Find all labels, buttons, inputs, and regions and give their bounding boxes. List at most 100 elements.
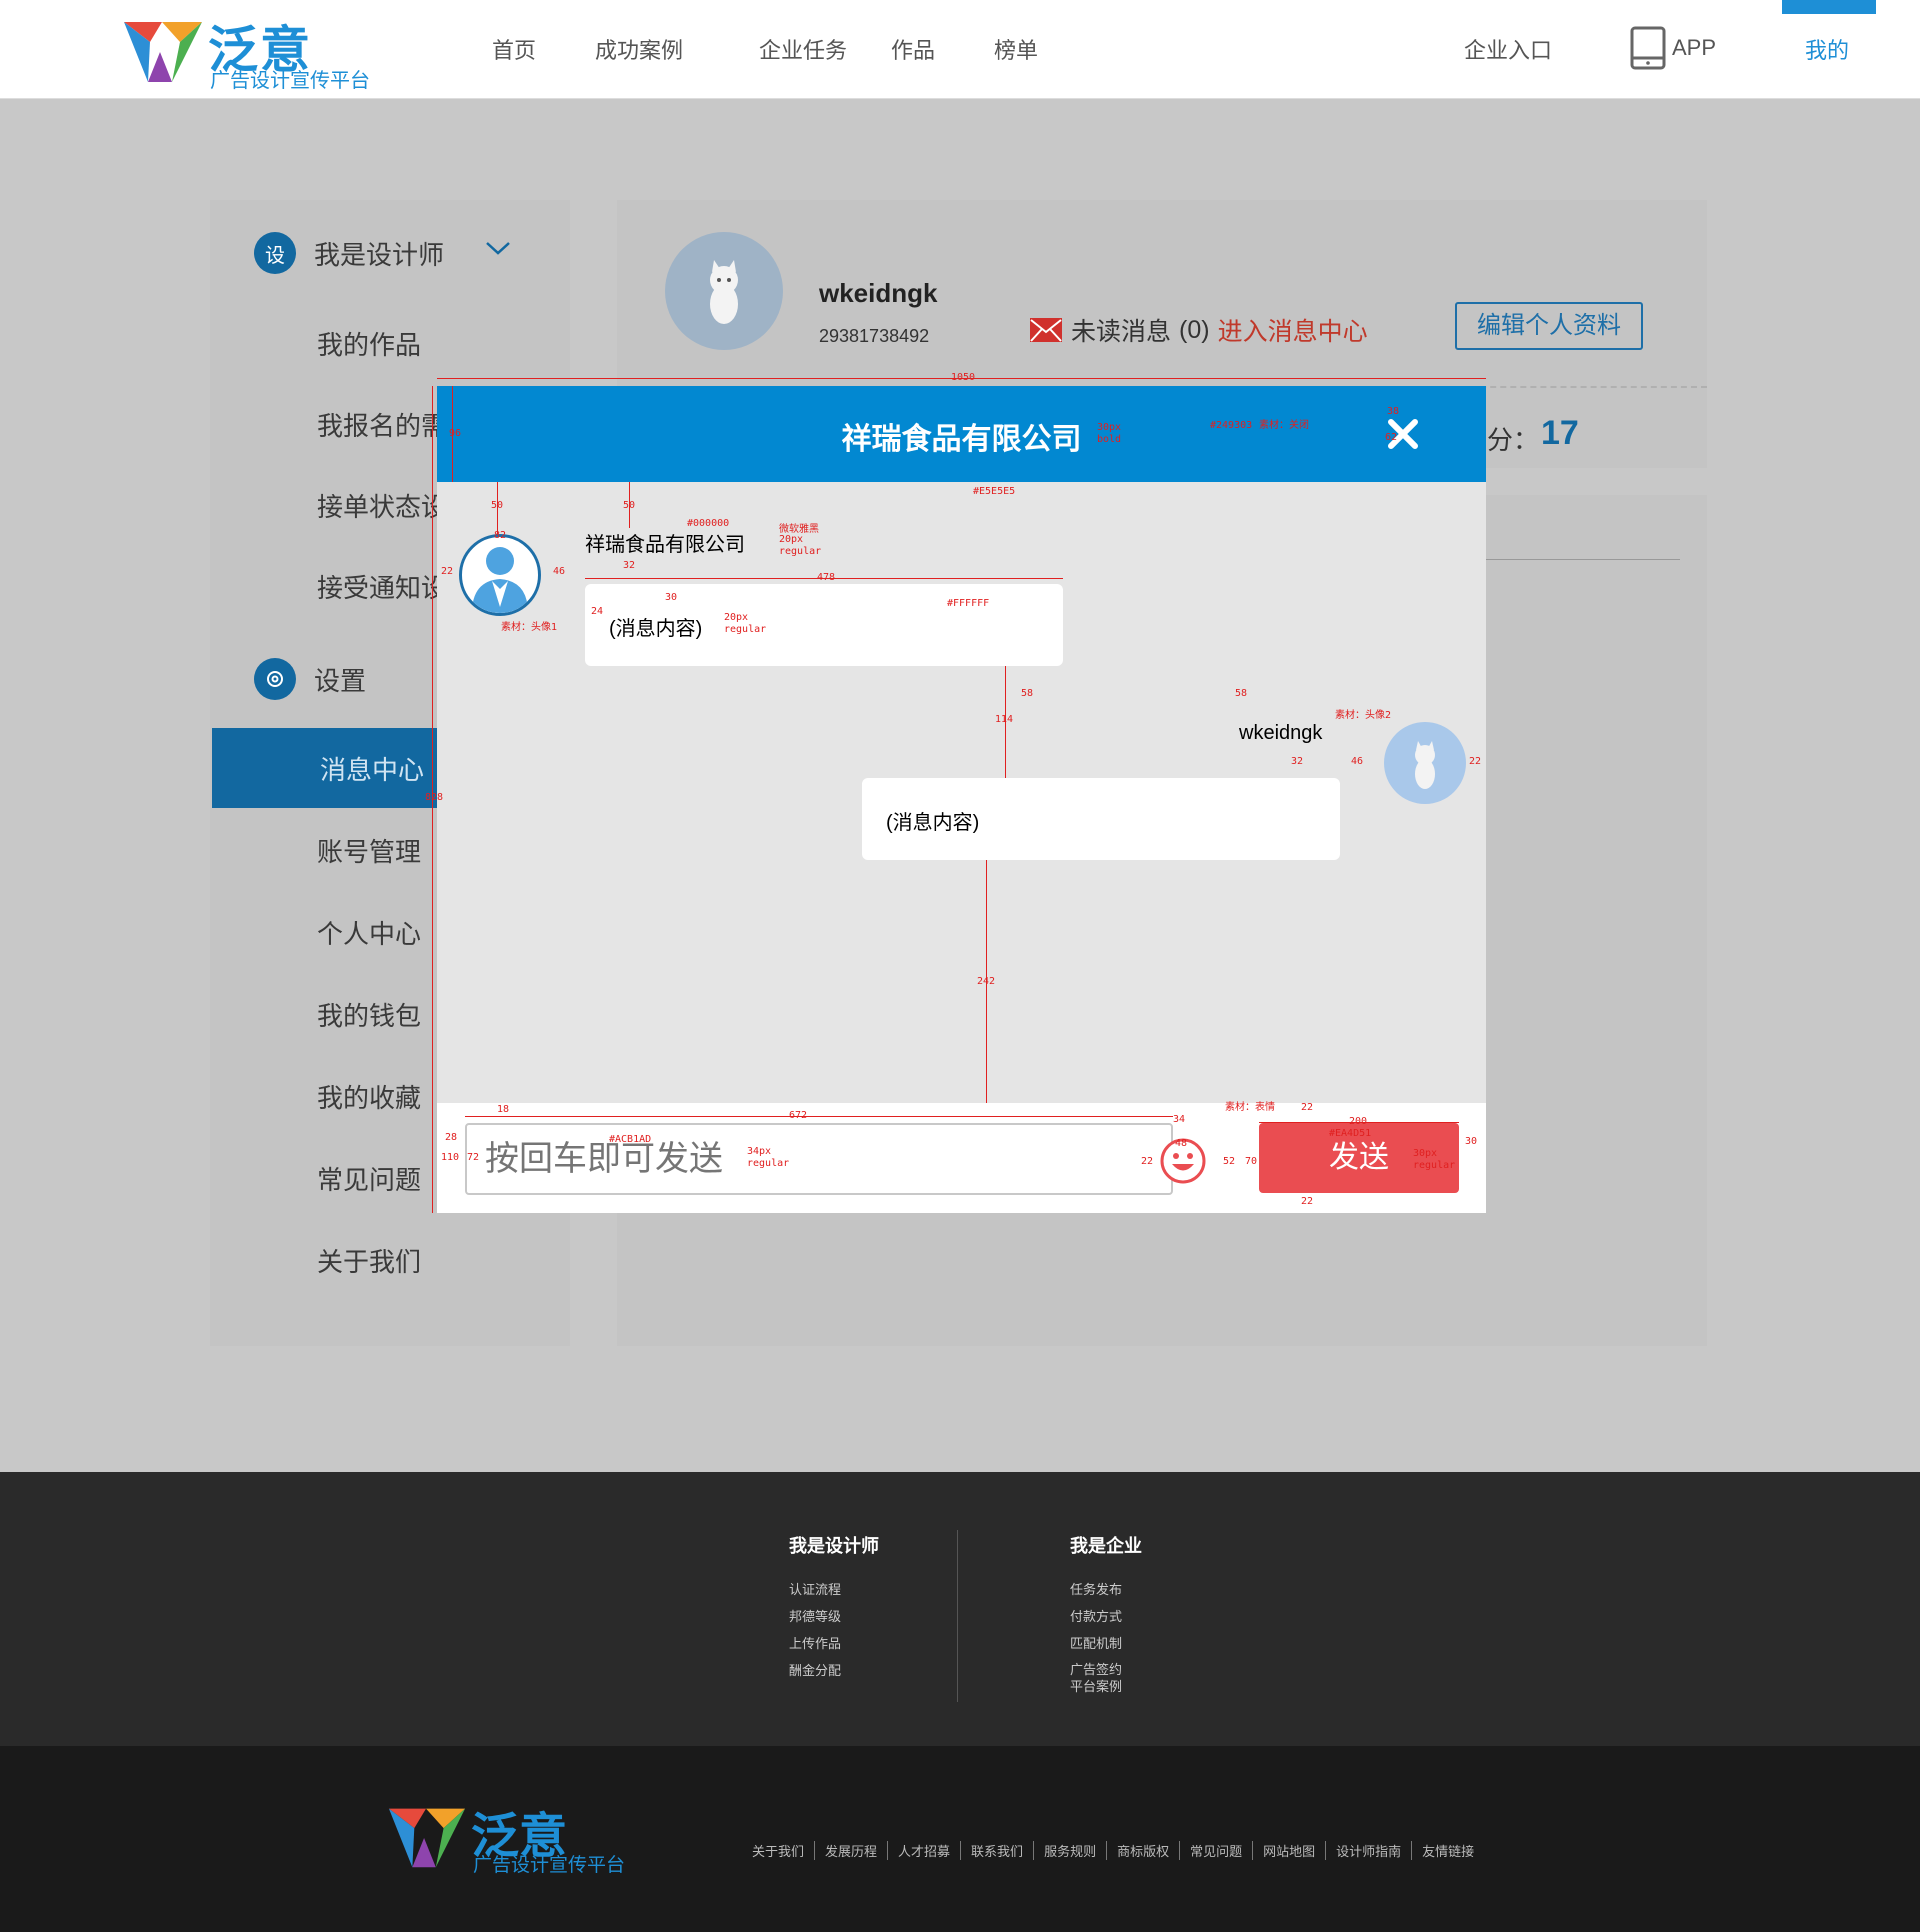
message-input[interactable] [465,1123,1173,1195]
spec-name-gap-32: 32 [623,560,636,571]
sidebar-item-order-status[interactable]: 接单状态设 [317,487,447,524]
spec-height: 828 [425,792,444,803]
profile-username: wkeidngk [819,278,938,308]
sidebar-settings-group[interactable]: 设置 [254,658,366,700]
footer-links-section: 我是设计师 认证流程 邦德等级 上传作品 酬金分配 我是企业 任务发布 付款方式… [0,1472,1920,1746]
footer-divider [957,1530,958,1702]
footer-link-designer-guide[interactable]: 设计师指南 [1326,1841,1413,1860]
spec-input-line [465,1116,1173,1117]
sidebar-item-faq[interactable]: 常见问题 [317,1160,421,1197]
designer-badge-icon: 设 [254,232,296,274]
left-message-bubble: (消息内容) [585,584,1063,666]
sidebar-item-favorites[interactable]: 我的收藏 [317,1078,421,1115]
chevron-down-icon[interactable] [485,240,511,256]
footer-link[interactable]: 广告签约 [1070,1661,1142,1678]
footer-link-sitemap[interactable]: 网站地图 [1253,1841,1327,1860]
unread-messages: 未读消息 (0) 进入消息中心 [1029,312,1368,348]
footer-designer-column: 我是设计师 认证流程 邦德等级 上传作品 酬金分配 [789,1532,879,1684]
profile-user-id: 29381738492 [819,326,930,346]
footer-link-trademark[interactable]: 商标版权 [1107,1841,1181,1860]
person-avatar-icon [472,547,528,613]
spec-emoji-22: 22 [1141,1156,1154,1167]
spec-close-tag: 素材：关闭 [1259,420,1309,431]
footer-link[interactable]: 平台案例 [1070,1678,1142,1695]
footer-link-faq[interactable]: 常见问题 [1180,1841,1254,1860]
mine-tab[interactable]: 我的 [1782,0,1876,99]
spec-gap-114: 114 [995,714,1014,725]
logo-mark-icon [124,22,202,82]
score-label: 分： [1487,425,1540,455]
footer-link[interactable]: 匹配机制 [1070,1630,1142,1657]
footer-logo[interactable]: 泛意 广告设计宣传平台 [385,1796,665,1876]
footer-link[interactable]: 酬金分配 [789,1657,879,1684]
spec-send-width: 200 [1349,1116,1368,1127]
sidebar-item-message-center[interactable]: 消息中心 [212,728,450,808]
spec-input-font: 34px [747,1146,772,1157]
spec-send-bottom-22: 22 [1301,1196,1314,1207]
spec-input-color: #ACB1AD [609,1134,652,1145]
footer-link[interactable]: 上传作品 [789,1630,879,1657]
spec-send-top-22: 22 [1301,1102,1314,1113]
spec-send-weight: regular [1413,1160,1456,1171]
footer-link[interactable]: 付款方式 [1070,1603,1142,1630]
sidebar-item-wallet[interactable]: 我的钱包 [317,996,421,1033]
footer-link-contact[interactable]: 联系我们 [961,1841,1035,1860]
message-center-link[interactable]: 进入消息中心 [1218,312,1368,348]
right-message-bubble: (消息内容) [862,778,1340,860]
left-sender-name: 祥瑞食品有限公司 [585,534,745,556]
sidebar-active-label: 消息中心 [320,755,425,785]
sidebar-item-about[interactable]: 关于我们 [317,1242,421,1279]
avatar[interactable] [665,232,783,350]
sidebar-item-my-works[interactable]: 我的作品 [317,325,421,362]
spec-close-38: 38 [1387,406,1400,417]
spec-msg-font-size: 20px [724,612,749,623]
nav-works[interactable]: 作品 [891,33,935,65]
nav-home[interactable]: 首页 [492,33,536,65]
spec-foot-28: 28 [445,1132,458,1143]
footer-link-careers[interactable]: 人才招募 [888,1841,962,1860]
site-logo[interactable]: 泛意 广告设计宣传平台 [120,10,380,92]
spec-avatar-left-22: 22 [441,566,454,577]
sidebar-item-my-signups[interactable]: 我报名的需 [317,406,447,443]
app-link[interactable]: APP [1630,26,1716,70]
enterprise-entry-link[interactable]: 企业入口 [1464,33,1552,65]
nav-success-cases[interactable]: 成功案例 [595,33,683,65]
chat-dialog: 祥瑞食品有限公司 祥瑞食品有限公司 (消息内容) wkeidngk (消息内容) [425,372,1486,1213]
tablet-icon [1630,26,1666,70]
left-message-text: (消息内容) [609,618,703,640]
footer-link-rules[interactable]: 服务规则 [1034,1841,1108,1860]
spec-emoji-tag: 素材：表情 [1225,1102,1275,1113]
settings-gear-icon [254,658,296,700]
spec-bubble-pad-30: 30 [665,592,678,603]
spec-input-width: 672 [789,1110,808,1121]
right-sender-name: wkeidngk [1239,722,1323,744]
footer-link-friends[interactable]: 友情链接 [1412,1841,1484,1860]
footer-link[interactable]: 任务发布 [1070,1576,1142,1603]
right-message-text: (消息内容) [886,812,980,834]
spec-gap-50a: 50 [491,500,504,511]
spec-emoji-34: 34 [1173,1114,1186,1125]
nav-rankings[interactable]: 榜单 [994,33,1038,65]
sidebar-item-account[interactable]: 账号管理 [317,832,421,869]
spec-emoji-48: 48 [1175,1138,1188,1149]
spec-avatar1-tag: 素材：头像1 [501,622,558,633]
sidebar-designer-label: 我是设计师 [314,239,445,270]
spec-name-color: #000000 [687,518,730,529]
footer-link-about[interactable]: 关于我们 [742,1841,816,1860]
footer-link[interactable]: 认证流程 [789,1576,879,1603]
spec-title-weight: bold [1097,434,1122,445]
mail-icon [1030,318,1062,342]
footer-link-history[interactable]: 发展历程 [815,1841,889,1860]
spec-send-height: 70 [1245,1156,1258,1167]
spec-foot-height: 110 [441,1152,460,1163]
nav-enterprise-tasks[interactable]: 企业任务 [759,33,847,65]
footer-enterprise-title: 我是企业 [1070,1536,1142,1556]
footer-link[interactable]: 邦德等级 [789,1603,879,1630]
sidebar-designer-group[interactable]: 设 我是设计师 [254,232,444,274]
spec-header-height: 96 [449,428,462,439]
sidebar-item-personal-center[interactable]: 个人中心 [317,914,421,951]
spec-input-top-18: 18 [497,1104,510,1115]
edit-profile-button[interactable]: 编辑个人资料 [1455,302,1643,350]
spec-bubble-pad-24: 24 [591,606,604,617]
sidebar-item-notifications[interactable]: 接受通知设 [317,568,447,605]
